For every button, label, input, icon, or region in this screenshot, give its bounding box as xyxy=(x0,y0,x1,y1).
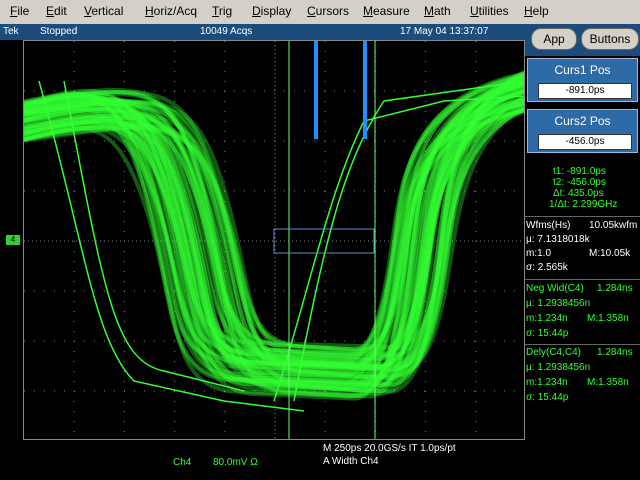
menu-utilities[interactable]: Utilities xyxy=(470,4,509,18)
status-bar: Tek Stopped 10049 Acqs 17 May 04 13:37:0… xyxy=(0,24,525,40)
cursor-t2-readout: t2: -456.0ps xyxy=(553,177,606,188)
menu-measure[interactable]: Measure xyxy=(363,4,410,18)
menu-vertical[interactable]: Vertical xyxy=(84,4,123,18)
buttons-button[interactable]: Buttons xyxy=(581,28,639,50)
channel-4-marker[interactable]: 4 xyxy=(6,235,20,245)
menu-file[interactable]: File xyxy=(10,4,29,18)
neg-width-min: m:1.234n xyxy=(526,313,568,324)
menu-cursors[interactable]: Cursors xyxy=(307,4,349,18)
right-panel: Curs1 Pos -891.0ps Curs2 Pos -456.0ps t1… xyxy=(525,56,640,440)
top-button-area: App Buttons xyxy=(525,24,640,56)
cursor-1-marker-icon[interactable] xyxy=(314,41,318,139)
menu-horiz-acq[interactable]: Horiz/Acq xyxy=(145,4,197,18)
delay-mean: μ: 1.2938456n xyxy=(526,362,591,373)
neg-width-sigma: σ: 15.44p xyxy=(526,328,569,339)
cursor-2-position-field[interactable]: -456.0ps xyxy=(538,134,632,150)
cursor-t1-readout: t1: -891.0ps xyxy=(553,166,606,177)
neg-width-value: 1.284ns xyxy=(597,283,633,294)
menu-display[interactable]: Display xyxy=(252,4,291,18)
wfms-max: M:10.05k xyxy=(589,248,631,259)
menu-math[interactable]: Math xyxy=(424,4,451,18)
cursor-delta-readout: Δt: 435.0ps xyxy=(553,188,604,199)
menu-bar: File Edit Vertical Horiz/Acq Trig Displa… xyxy=(0,0,640,25)
separator xyxy=(525,279,640,280)
cursor-2-title: Curs2 Pos xyxy=(554,114,611,128)
date-time: 17 May 04 13:37:07 xyxy=(400,26,489,37)
separator xyxy=(525,344,640,345)
cursor-2-box[interactable]: Curs2 Pos -456.0ps xyxy=(527,109,638,153)
wfms-min: m:1.0 xyxy=(526,248,552,259)
wfms-mean: μ: 7.1318018k xyxy=(526,234,590,245)
cursor-1-title: Curs1 Pos xyxy=(554,63,611,77)
neg-width-max: M:1.358n xyxy=(587,313,629,324)
menu-edit[interactable]: Edit xyxy=(46,4,67,18)
trigger-readout[interactable]: A Width Ch4 xyxy=(323,456,379,467)
neg-width-mean: μ: 1.2938456n xyxy=(526,298,591,309)
acq-state: Stopped xyxy=(40,26,78,37)
wfms-value: 10.05kwfm xyxy=(589,220,638,231)
cursor-frequency-readout: 1/Δt: 2.299GHz xyxy=(549,199,618,210)
separator xyxy=(525,216,640,217)
cursor-1-box[interactable]: Curs1 Pos -891.0ps xyxy=(527,58,638,102)
delay-sigma: σ: 15.44p xyxy=(526,392,569,403)
horizontal-readout[interactable]: M 250ps 20.0GS/s IT 1.0ps/pt xyxy=(323,443,456,454)
delay-min: m:1.234n xyxy=(526,377,568,388)
wfms-label: Wfms(Hs) xyxy=(526,220,571,231)
waveform-svg xyxy=(24,41,524,439)
cursor-1-position-field[interactable]: -891.0ps xyxy=(538,83,632,99)
delay-max: M:1.358n xyxy=(587,377,629,388)
menu-help[interactable]: Help xyxy=(524,4,549,18)
delay-label: Dely(C4,C4) xyxy=(526,347,582,358)
menu-trig[interactable]: Trig xyxy=(212,4,232,18)
app-button[interactable]: App xyxy=(531,28,577,50)
channel-scale[interactable]: 80.0mV Ω xyxy=(213,457,258,468)
brand-label: Tek xyxy=(3,26,19,37)
neg-width-label: Neg Wid(C4) xyxy=(526,283,584,294)
delay-value: 1.284ns xyxy=(597,347,633,358)
channel-label[interactable]: Ch4 xyxy=(173,457,191,468)
acq-count: 10049 Acqs xyxy=(200,26,253,37)
bottom-readout-bar: M 250ps 20.0GS/s IT 1.0ps/pt A Width Ch4… xyxy=(0,440,640,480)
wfms-sigma: σ: 2.565k xyxy=(526,262,568,273)
waveform-display[interactable] xyxy=(23,40,525,440)
cursor-2-marker-icon[interactable] xyxy=(363,41,367,139)
